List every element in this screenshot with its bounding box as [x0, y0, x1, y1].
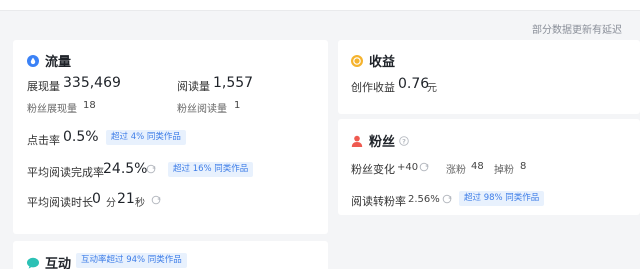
ctr-comparison-badge: 超过 4% 同类作品	[106, 130, 186, 145]
help-icon[interactable]: ?	[399, 135, 409, 146]
conversion-label: 阅读转粉率	[351, 195, 406, 208]
top-bar	[0, 0, 640, 11]
fans-gain-label: 涨粉	[446, 165, 466, 176]
refresh-icon[interactable]	[419, 162, 429, 172]
refresh-icon[interactable]	[151, 195, 161, 205]
reads-label: 阅读量	[177, 80, 210, 93]
interaction-title-text: 互动	[45, 257, 72, 269]
impressions-value: 335,469	[63, 75, 121, 91]
reads-value: 1,557	[213, 75, 254, 91]
refresh-icon[interactable]	[442, 194, 452, 204]
interaction-card: 互动 互动率超过 94% 同类作品	[13, 241, 328, 269]
svg-text:?: ?	[402, 137, 406, 145]
creation-income-unit: 元	[427, 83, 437, 94]
income-title: 收益	[351, 51, 395, 70]
income-card: 收益 创作收益 0.76 元	[338, 40, 640, 114]
delay-notice: 部分数据更新有延迟	[532, 25, 622, 36]
conversion-value: 2.56%	[408, 194, 440, 205]
fans-card: 粉丝 ? 粉丝变化 +40 涨粉 48 掉粉 8 阅读转粉率 2.56% 超过 …	[338, 119, 640, 215]
duration-minutes-unit: 分	[106, 198, 116, 209]
coin-icon	[351, 54, 363, 67]
refresh-icon[interactable]	[146, 164, 156, 174]
completion-label: 平均阅读完成率	[27, 166, 104, 179]
duration-seconds: 21	[117, 191, 135, 207]
ctr-value: 0.5%	[63, 129, 99, 145]
fan-reads-value: 1	[234, 100, 241, 111]
completion-comparison-badge: 超过 16% 同类作品	[168, 162, 254, 177]
fans-change-label: 粉丝变化	[351, 163, 395, 176]
fan-impressions-label: 粉丝展现量	[27, 104, 77, 115]
fans-loss-label: 掉粉	[494, 165, 514, 176]
fans-loss-value: 8	[520, 161, 527, 172]
duration-label: 平均阅读时长	[27, 196, 93, 209]
ctr-label: 点击率	[27, 134, 60, 147]
traffic-card: 流量 展现量 335,469 阅读量 1,557 粉丝展现量 18 粉丝阅读量 …	[13, 40, 328, 234]
traffic-title: 流量	[27, 51, 71, 70]
fan-reads-label: 粉丝阅读量	[177, 104, 227, 115]
fans-title-text: 粉丝	[369, 135, 396, 150]
fans-gain-value: 48	[471, 161, 484, 172]
interaction-comparison-badge: 互动率超过 94% 同类作品	[76, 253, 187, 268]
fan-impressions-value: 18	[83, 100, 96, 111]
interaction-title: 互动	[27, 253, 71, 269]
duration-minutes: 0	[92, 191, 101, 207]
chat-bubble-icon	[27, 257, 39, 269]
creation-income-value: 0.76	[398, 76, 430, 92]
traffic-title-text: 流量	[45, 55, 72, 70]
droplet-icon	[27, 54, 39, 67]
creation-income-label: 创作收益	[351, 81, 395, 94]
fans-title: 粉丝 ?	[351, 131, 409, 150]
income-title-text: 收益	[369, 55, 396, 70]
impressions-label: 展现量	[27, 80, 60, 93]
conversion-comparison-badge: 超过 98% 同类作品	[459, 191, 545, 206]
completion-value: 24.5%	[103, 161, 148, 177]
duration-seconds-unit: 秒	[135, 198, 145, 209]
user-icon	[351, 135, 363, 147]
fans-change-value: +40	[397, 162, 419, 173]
